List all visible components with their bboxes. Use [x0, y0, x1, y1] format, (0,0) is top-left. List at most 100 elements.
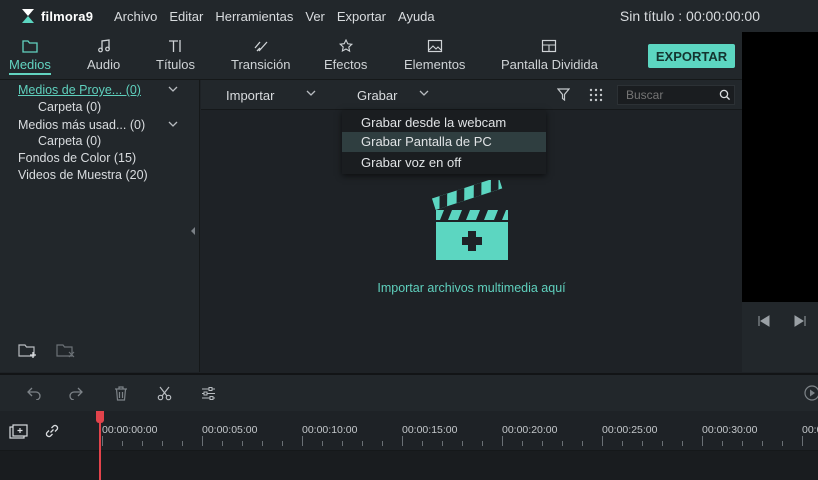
ruler-tick: [202, 436, 203, 446]
import-media-hint[interactable]: Importar archivos multimedia aquí: [201, 281, 742, 295]
record-voiceover-item[interactable]: Grabar voz en off: [342, 153, 546, 173]
tab-label: Audio: [87, 57, 121, 72]
ruler-tick: [522, 441, 523, 446]
delete-icon[interactable]: [114, 386, 128, 404]
new-folder-icon[interactable]: [18, 342, 38, 361]
text-icon: [168, 40, 181, 52]
play-icon[interactable]: [804, 385, 818, 404]
link-icon[interactable]: [44, 423, 60, 442]
ruler-tick: [662, 441, 663, 446]
grid-view-icon[interactable]: [589, 88, 603, 105]
ruler-tick: [222, 441, 223, 446]
filmora-logo-icon: [22, 9, 34, 23]
tab-label: Títulos: [156, 57, 196, 72]
ruler-tick: [282, 441, 283, 446]
library-item-folder[interactable]: Carpeta (0): [38, 100, 101, 114]
library-item-most-used[interactable]: Medios más usad... (0): [18, 118, 145, 132]
ruler-tick: [502, 436, 503, 446]
record-dropdown[interactable]: Grabar: [357, 88, 397, 103]
transition-icon: [254, 41, 268, 52]
tab-medios[interactable]: Medios: [9, 39, 51, 75]
export-button[interactable]: EXPORTAR: [648, 44, 735, 68]
timecode-label: 00:00:30:00: [702, 424, 758, 436]
redo-icon[interactable]: [68, 386, 84, 403]
timecode-label: 00:00:05:00: [202, 424, 258, 436]
app-logo: filmora9: [20, 8, 110, 24]
ruler-tick: [402, 436, 403, 446]
menu-ver[interactable]: Ver: [305, 9, 325, 24]
split-screen-icon: [542, 39, 557, 53]
tab-titulos[interactable]: Títulos: [156, 39, 195, 72]
record-webcam-item[interactable]: Grabar desde la webcam: [342, 113, 546, 133]
adjust-icon[interactable]: [201, 386, 216, 404]
tab-label: Pantalla Dividida: [501, 57, 598, 72]
tab-label: Transición: [231, 57, 291, 72]
ruler-tick: [242, 441, 243, 446]
timecode-label: 00:00:20:00: [502, 424, 558, 436]
filter-icon[interactable]: [556, 88, 571, 104]
main-menu: Archivo Editar Herramientas Ver Exportar…: [114, 9, 447, 24]
image-icon: [427, 39, 442, 53]
tab-elementos[interactable]: Elementos: [404, 39, 465, 72]
playhead-handle[interactable]: [96, 411, 104, 423]
clapperboard-add-icon[interactable]: [430, 176, 512, 265]
video-track[interactable]: [0, 451, 818, 480]
project-title: Sin título : 00:00:00:00: [619, 8, 760, 24]
undo-icon[interactable]: [26, 386, 42, 403]
search-icon[interactable]: [719, 89, 731, 104]
delete-folder-icon[interactable]: [56, 342, 76, 361]
ruler-tick: [762, 441, 763, 446]
media-toolbar: Importar Grabar: [201, 80, 742, 110]
ruler-tick: [382, 441, 383, 446]
ruler-tick: [582, 441, 583, 446]
tab-transicion[interactable]: Transición: [231, 39, 290, 72]
ruler-tick: [562, 441, 563, 446]
chevron-down-icon[interactable]: [168, 120, 178, 131]
media-panel: Importar Grabar Grabar desde la webcam G…: [201, 80, 742, 372]
ruler-tick: [102, 436, 103, 446]
search-input[interactable]: [617, 85, 735, 105]
ruler-tick: [702, 436, 703, 446]
library-item-project-media[interactable]: Medios de Proye... (0): [18, 83, 141, 97]
main-toolbar: Medios Audio Títulos Transición Efectos …: [0, 32, 742, 80]
menu-editar[interactable]: Editar: [169, 9, 203, 24]
ruler-tick: [642, 441, 643, 446]
folder-icon: [22, 40, 38, 53]
menu-herramientas[interactable]: Herramientas: [215, 9, 293, 24]
chevron-down-icon[interactable]: [168, 85, 178, 96]
ruler-tick: [122, 441, 123, 446]
ruler-tick: [482, 441, 483, 446]
chevron-down-icon[interactable]: [419, 89, 429, 100]
tab-audio[interactable]: Audio: [87, 39, 120, 72]
music-note-icon: [97, 39, 110, 53]
scissors-icon[interactable]: [157, 386, 172, 404]
collapse-panel-icon[interactable]: [191, 223, 196, 238]
timeline-ruler[interactable]: 00:00:00:00 00:00:05:00 00:00:10:00 00:00:1…: [0, 411, 818, 451]
record-screen-item[interactable]: Grabar Pantalla de PC: [342, 132, 546, 152]
next-frame-icon[interactable]: [792, 314, 808, 331]
record-menu: Grabar desde la webcam Grabar Pantalla d…: [342, 110, 546, 174]
previous-frame-icon[interactable]: [756, 314, 772, 331]
tab-pantalla-dividida[interactable]: Pantalla Dividida: [501, 39, 598, 72]
ruler-tick: [742, 441, 743, 446]
ruler-tick: [362, 441, 363, 446]
timecode-label: 00:00:15:00: [402, 424, 458, 436]
library-item-sample-videos[interactable]: Videos de Muestra (20): [18, 168, 148, 182]
ruler-tick: [722, 441, 723, 446]
effects-icon: [338, 39, 353, 53]
add-track-icon[interactable]: [9, 424, 29, 443]
ruler-tick: [442, 441, 443, 446]
preview-controls: [742, 302, 818, 372]
library-item-folder[interactable]: Carpeta (0): [38, 134, 101, 148]
import-dropdown[interactable]: Importar: [226, 88, 274, 103]
chevron-down-icon[interactable]: [306, 89, 316, 100]
menu-ayuda[interactable]: Ayuda: [398, 9, 435, 24]
preview-player[interactable]: [742, 32, 818, 302]
menu-exportar[interactable]: Exportar: [337, 9, 386, 24]
menu-archivo[interactable]: Archivo: [114, 9, 157, 24]
tab-efectos[interactable]: Efectos: [324, 39, 367, 72]
library-item-color-backgrounds[interactable]: Fondos de Color (15): [18, 151, 136, 165]
ruler-tick: [142, 441, 143, 446]
ruler-tick: [262, 441, 263, 446]
ruler-tick: [802, 436, 803, 446]
